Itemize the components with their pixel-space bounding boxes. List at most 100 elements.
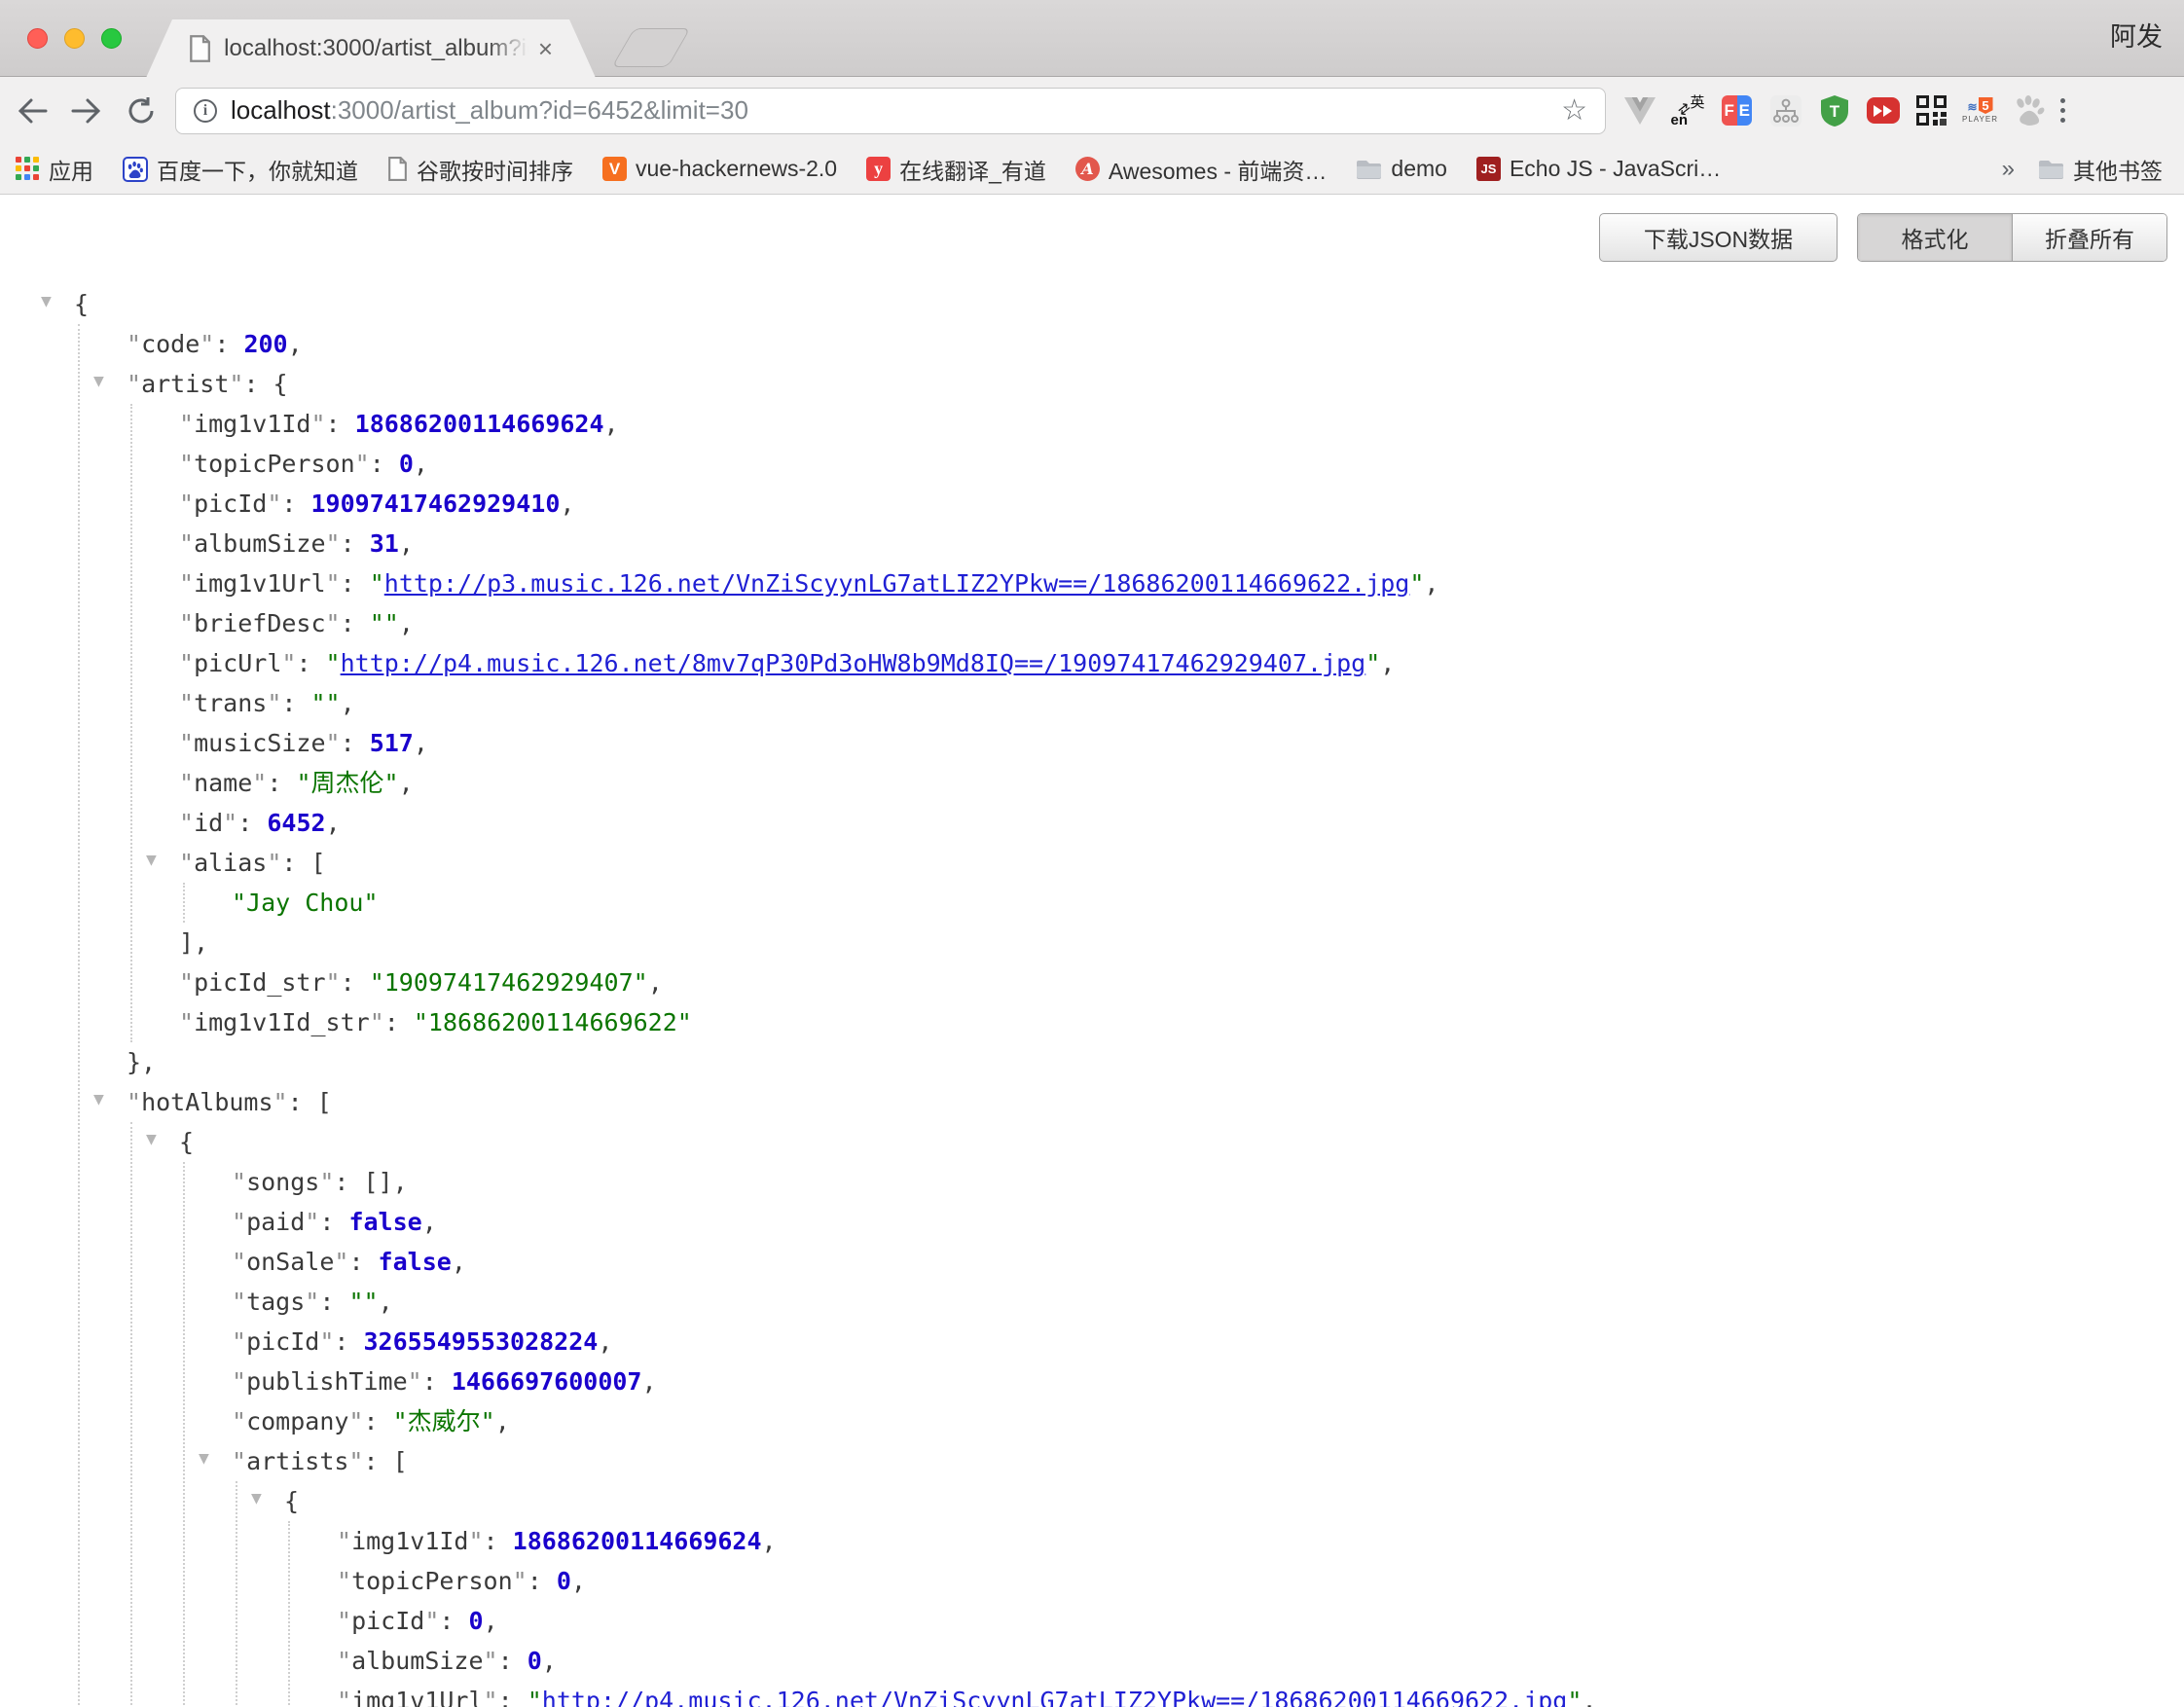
json-token: :	[281, 490, 310, 518]
bookmark-demo-folder[interactable]: demo	[1356, 156, 1447, 182]
json-token: "	[267, 490, 281, 518]
back-button[interactable]	[10, 89, 55, 133]
json-token: code	[141, 330, 200, 358]
html5-player-icon[interactable]: ≋5PLAYER	[1962, 91, 1998, 130]
bookmark-baidu[interactable]: 百度一下，你就知道	[123, 153, 358, 186]
json-token: company	[246, 1407, 348, 1435]
json-token: "周杰伦"	[296, 769, 398, 797]
collapse-all-button[interactable]: 折叠所有	[2012, 214, 2166, 261]
collapse-triangle-icon[interactable]: ▼	[93, 1089, 104, 1109]
browser-tab[interactable]: localhost:3000/artist_album?id ×	[146, 19, 596, 78]
json-token: 31	[370, 529, 399, 558]
page-info-icon[interactable]: i	[194, 99, 217, 123]
json-token: "	[348, 1447, 363, 1475]
json-token: },	[127, 1048, 156, 1076]
new-tab-button[interactable]	[611, 28, 690, 67]
collapse-triangle-icon[interactable]: ▼	[146, 1129, 157, 1149]
json-token: ,	[762, 1527, 777, 1555]
json-token: "	[179, 410, 194, 438]
json-token: :	[348, 1248, 378, 1276]
vue-devtools-icon[interactable]	[1621, 91, 1657, 130]
translate-icon[interactable]: 英⇄en	[1670, 91, 1706, 130]
json-token: ,	[1582, 1687, 1596, 1707]
json-token: "	[229, 370, 243, 398]
json-token: ,	[341, 689, 355, 717]
json-token: ,	[288, 330, 303, 358]
vue-icon: V	[602, 157, 627, 181]
json-token: "	[513, 1567, 528, 1595]
json-token: :	[363, 1407, 392, 1435]
sitemap-icon[interactable]	[1767, 91, 1803, 130]
json-token: :	[341, 569, 370, 598]
json-token: "	[484, 1647, 498, 1675]
profile-name[interactable]: 阿发	[2110, 16, 2163, 54]
json-token: songs	[246, 1168, 319, 1196]
json-line: "img1v1Id": 18686200114669624,	[0, 404, 2184, 444]
download-json-button[interactable]: 下载JSON数据	[1599, 213, 1838, 262]
json-token: musicSize	[194, 729, 325, 757]
shield-t-icon[interactable]: T	[1816, 91, 1852, 130]
json-line: "id": 6452,	[0, 803, 2184, 843]
json-line: "topicPerson": 0,	[0, 1561, 2184, 1601]
json-token: [],	[364, 1168, 408, 1196]
traffic-light-minimize-icon[interactable]	[64, 28, 85, 49]
format-button[interactable]: 格式化	[1858, 214, 2012, 261]
json-token: 0	[528, 1647, 542, 1675]
json-token: "	[179, 968, 194, 997]
json-token: 0	[469, 1607, 484, 1635]
bookmark-star-icon[interactable]: ☆	[1561, 93, 1587, 127]
json-token: ,	[414, 450, 428, 478]
qr-code-icon[interactable]	[1913, 91, 1949, 130]
browser-menu-icon[interactable]	[2060, 98, 2065, 123]
json-line: "albumSize": 31,	[0, 524, 2184, 563]
url-text[interactable]: localhost:3000/artist_album?id=6452&limi…	[231, 95, 1551, 126]
fe-frontend-icon[interactable]: FE	[1719, 91, 1755, 130]
json-token: 517	[370, 729, 414, 757]
bookmark-awesomes[interactable]: A Awesomes - 前端资…	[1075, 153, 1328, 186]
bookmark-youdao[interactable]: y 在线翻译_有道	[866, 153, 1046, 186]
extensions-row: 英⇄en FE T ≋5PLAYER	[1621, 91, 2047, 130]
collapse-triangle-icon[interactable]: ▼	[199, 1448, 209, 1469]
bookmark-echojs[interactable]: JS Echo JS - JavaScri…	[1476, 156, 1721, 182]
json-token: ,	[1380, 649, 1395, 677]
json-token: "	[1365, 649, 1380, 677]
json-token: "	[337, 1607, 351, 1635]
collapse-triangle-icon[interactable]: ▼	[41, 291, 52, 311]
tab-close-icon[interactable]: ×	[538, 36, 553, 61]
indent-guide	[288, 1521, 290, 1707]
json-link[interactable]: http://p4.music.126.net/8mv7qP30Pd3oHW8b…	[341, 649, 1366, 677]
json-viewer: ▼{"code": 200,▼"artist": {"img1v1Id": 18…	[0, 284, 2184, 1707]
json-token: "	[232, 1168, 246, 1196]
json-token: ,	[452, 1248, 466, 1276]
bookmark-vue-hackernews[interactable]: V vue-hackernews-2.0	[602, 156, 837, 182]
reload-button[interactable]	[119, 89, 164, 133]
traffic-light-zoom-icon[interactable]	[101, 28, 122, 49]
json-token: "	[232, 1288, 246, 1316]
folder-icon	[1356, 159, 1382, 180]
other-bookmarks[interactable]: 其他书签	[2038, 153, 2163, 186]
traffic-light-close-icon[interactable]	[27, 28, 48, 49]
json-token: :	[422, 1367, 452, 1396]
json-link[interactable]: http://p3.music.126.net/VnZiScyynLG7atLI…	[384, 569, 1410, 598]
indent-guide	[183, 1162, 185, 1707]
forward-button[interactable]	[64, 89, 109, 133]
json-token: "	[326, 609, 341, 637]
json-token: "	[179, 450, 194, 478]
json-token: [	[317, 1088, 332, 1116]
paw-icon[interactable]	[2011, 91, 2047, 130]
bookmark-apps[interactable]: 应用	[16, 153, 93, 186]
address-bar[interactable]: i localhost:3000/artist_album?id=6452&li…	[175, 88, 1606, 134]
collapse-triangle-icon[interactable]: ▼	[251, 1488, 262, 1508]
collapse-triangle-icon[interactable]: ▼	[93, 371, 104, 391]
json-line: "artist": {	[0, 364, 2184, 404]
json-link[interactable]: http://p4.music.126.net/VnZiScyynLG7atLI…	[542, 1687, 1568, 1707]
bookmarks-overflow-chevron[interactable]: »	[2002, 156, 2015, 183]
json-line: "Jay Chou"	[0, 883, 2184, 923]
json-token: img1v1Url	[351, 1687, 483, 1707]
bookmark-google-sort[interactable]: 谷歌按时间排序	[387, 153, 573, 186]
json-token: "	[370, 1008, 384, 1036]
collapse-triangle-icon[interactable]: ▼	[146, 850, 157, 870]
json-token: picUrl	[194, 649, 281, 677]
json-token: :	[363, 1447, 392, 1475]
video-speed-icon[interactable]	[1865, 91, 1901, 130]
